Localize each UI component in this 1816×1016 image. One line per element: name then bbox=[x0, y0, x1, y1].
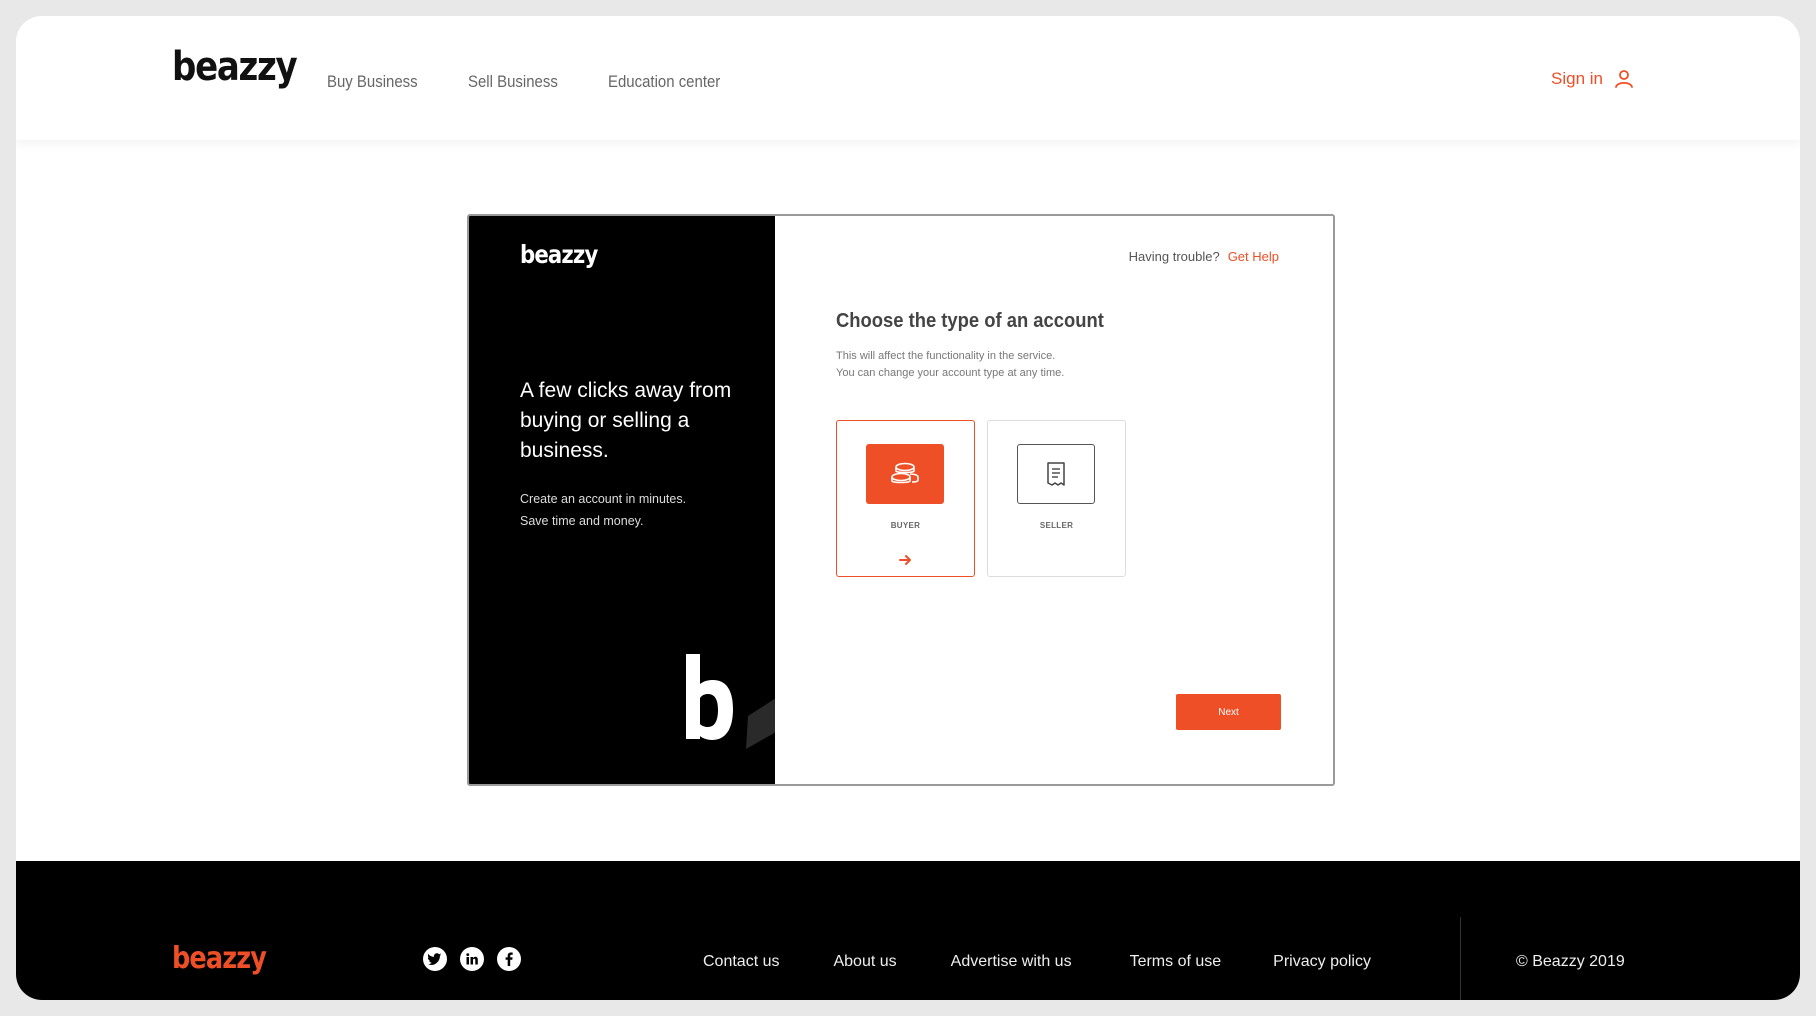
signup-modal: beazzy A few clicks away from buying or … bbox=[467, 214, 1335, 786]
modal-promo-panel: beazzy A few clicks away from buying or … bbox=[469, 216, 775, 784]
get-help-link[interactable]: Get Help bbox=[1228, 249, 1279, 264]
user-icon bbox=[1615, 70, 1633, 88]
header-logo[interactable]: beazzy bbox=[172, 44, 298, 90]
form-description: This will affect the functionality in th… bbox=[836, 348, 1064, 382]
footer-links: Contact us About us Advertise with us Te… bbox=[703, 953, 1371, 971]
footer-divider bbox=[1460, 917, 1461, 1000]
footer-link-privacy[interactable]: Privacy policy bbox=[1273, 953, 1371, 971]
social-links bbox=[423, 947, 521, 971]
buyer-label: BUYER bbox=[890, 521, 921, 530]
next-button[interactable]: Next bbox=[1176, 694, 1281, 730]
arrow-right-icon bbox=[899, 555, 911, 565]
footer-logo[interactable]: beazzy bbox=[172, 941, 267, 976]
account-type-buyer-option[interactable]: BUYER bbox=[836, 420, 975, 577]
promo-subtext: Create an account in minutes. Save time … bbox=[520, 488, 740, 532]
facebook-icon[interactable] bbox=[497, 947, 521, 971]
footer-link-about[interactable]: About us bbox=[833, 953, 896, 971]
main-nav: Buy Business Sell Business Education cen… bbox=[327, 72, 736, 92]
nav-buy-business[interactable]: Buy Business bbox=[327, 72, 418, 92]
receipt-icon bbox=[1047, 462, 1065, 486]
account-type-seller-option[interactable]: SELLER bbox=[987, 420, 1126, 577]
promo-headline: A few clicks away from buying or selling… bbox=[520, 379, 732, 462]
help-line: Having trouble? Get Help bbox=[1129, 249, 1279, 264]
promo-subtext-line-1: Create an account in minutes. bbox=[520, 492, 687, 506]
promo-subtext-line-2: Save time and money. bbox=[520, 514, 644, 528]
form-description-line-1: This will affect the functionality in th… bbox=[836, 350, 1056, 362]
site-header: beazzy Buy Business Sell Business Educat… bbox=[16, 16, 1800, 140]
signin-link[interactable]: Sign in bbox=[1551, 68, 1635, 90]
brand-b-graphic bbox=[686, 654, 775, 749]
trouble-text: Having trouble? bbox=[1128, 249, 1220, 264]
seller-icon-box bbox=[1017, 444, 1095, 504]
coins-icon bbox=[891, 462, 919, 484]
site-footer: beazzy Contact us About us Advertise wit… bbox=[16, 861, 1800, 1000]
seller-label: SELLER bbox=[1039, 521, 1074, 530]
footer-link-terms[interactable]: Terms of use bbox=[1130, 953, 1222, 971]
copyright: © Beazzy 2019 bbox=[1516, 953, 1625, 970]
footer-link-contact[interactable]: Contact us bbox=[703, 953, 779, 971]
form-title: Choose the type of an account bbox=[836, 310, 1104, 332]
modal-form-panel: Having trouble? Get Help Choose the type … bbox=[775, 216, 1333, 784]
form-description-line-2: You can change your account type at any … bbox=[836, 367, 1065, 379]
linkedin-icon[interactable] bbox=[460, 947, 484, 971]
buyer-icon-box bbox=[866, 444, 944, 504]
modal-logo: beazzy bbox=[520, 240, 598, 269]
nav-education-center[interactable]: Education center bbox=[608, 72, 720, 92]
app-frame: beazzy Buy Business Sell Business Educat… bbox=[16, 16, 1800, 1000]
twitter-icon[interactable] bbox=[423, 947, 447, 971]
signin-label: Sign in bbox=[1551, 69, 1603, 88]
footer-link-advertise[interactable]: Advertise with us bbox=[951, 953, 1072, 971]
nav-sell-business[interactable]: Sell Business bbox=[468, 72, 558, 92]
